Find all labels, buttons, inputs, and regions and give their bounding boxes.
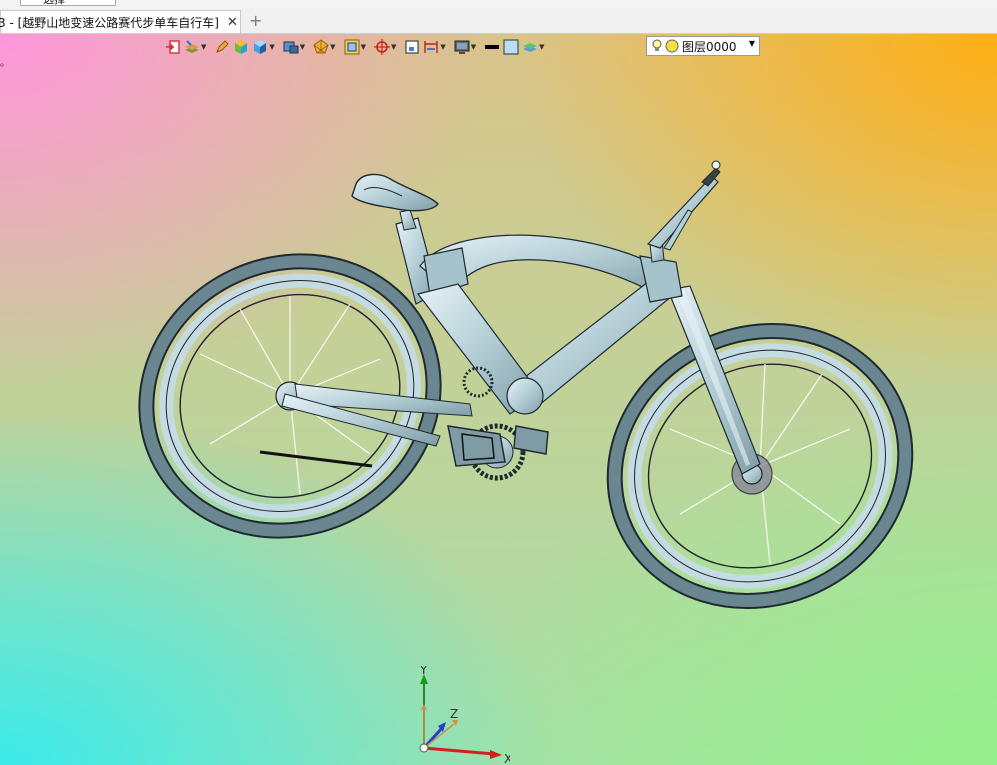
selection-mode-combo[interactable]: 选择	[20, 0, 116, 6]
document-tab-bar: 3 - [越野山地变速公路赛代步单车自行车] ✕ +	[0, 8, 997, 34]
handlebar	[646, 160, 721, 263]
saddle	[351, 173, 439, 231]
z-axis-label: Z	[450, 707, 458, 721]
bicycle-model[interactable]	[0, 34, 997, 765]
y-axis-label: Y	[419, 666, 428, 677]
add-tab-icon[interactable]: +	[249, 11, 262, 30]
rear-triangle	[281, 383, 473, 447]
document-tab[interactable]: 3 - [越野山地变速公路赛代步单车自行车] ✕	[0, 10, 241, 33]
front-wheel	[606, 323, 914, 609]
document-tab-title: 3 - [越野山地变速公路赛代步单车自行车]	[0, 15, 219, 30]
close-icon[interactable]: ✕	[227, 15, 238, 30]
selection-mode-value: 选择	[43, 0, 65, 7]
model-viewport[interactable]: 。 ▼ ▼ ▼ ▼ ▼ ▼ ▼ ▼ ▼ 图层0000 ▼ Y Z X	[0, 34, 997, 765]
axis-triad: Y Z X	[419, 666, 510, 765]
x-axis-label: X	[504, 752, 510, 765]
